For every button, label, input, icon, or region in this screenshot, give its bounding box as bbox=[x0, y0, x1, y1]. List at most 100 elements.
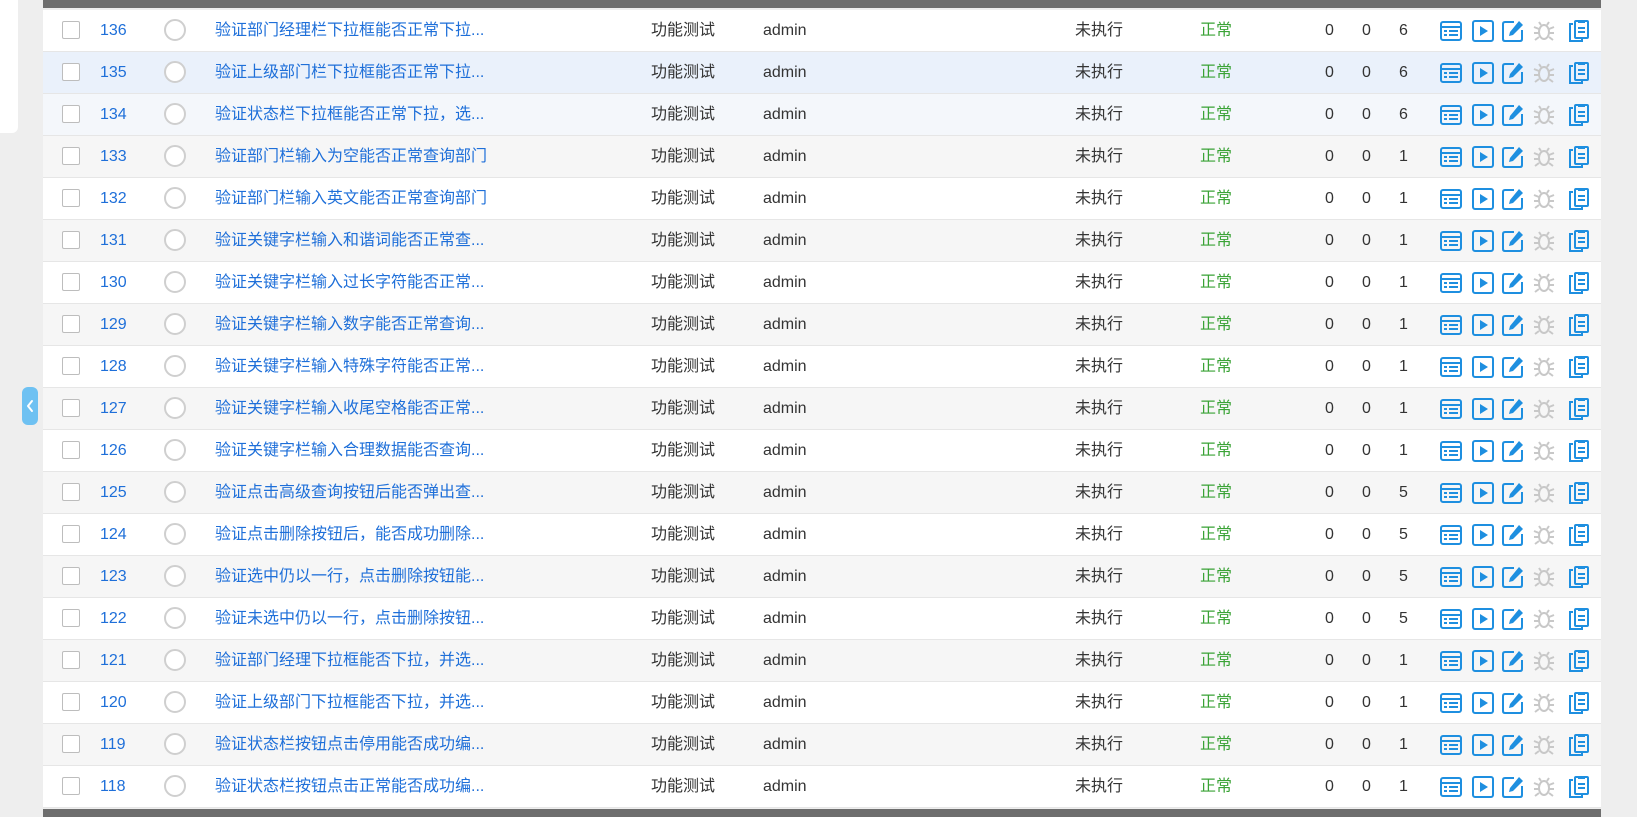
play-icon[interactable] bbox=[1471, 187, 1495, 211]
case-title-link[interactable]: 验证上级部门下拉框能否下拉，并选... bbox=[215, 682, 484, 723]
play-icon[interactable] bbox=[1471, 19, 1495, 43]
play-icon[interactable] bbox=[1471, 733, 1495, 757]
row-radio[interactable] bbox=[164, 355, 186, 377]
case-title-link[interactable]: 验证未选中仍以一行，点击删除按钮... bbox=[215, 598, 484, 639]
table-row[interactable]: 127 验证关键字栏输入收尾空格能否正常... 功能测试 admin 未执行 正… bbox=[43, 388, 1601, 430]
copy-icon[interactable] bbox=[1567, 61, 1591, 85]
table-row[interactable]: 133 验证部门栏输入为空能否正常查询部门 功能测试 admin 未执行 正常 … bbox=[43, 136, 1601, 178]
table-row[interactable]: 131 验证关键字栏输入和谐词能否正常查... 功能测试 admin 未执行 正… bbox=[43, 220, 1601, 262]
copy-icon[interactable] bbox=[1567, 733, 1591, 757]
row-radio[interactable] bbox=[164, 271, 186, 293]
edit-icon[interactable] bbox=[1501, 733, 1525, 757]
row-radio[interactable] bbox=[164, 397, 186, 419]
play-icon[interactable] bbox=[1471, 439, 1495, 463]
row-radio[interactable] bbox=[164, 649, 186, 671]
case-id-link[interactable]: 122 bbox=[100, 598, 127, 639]
edit-icon[interactable] bbox=[1501, 565, 1525, 589]
row-radio[interactable] bbox=[164, 691, 186, 713]
edit-icon[interactable] bbox=[1501, 61, 1525, 85]
table-bottom-scrollbar[interactable] bbox=[43, 809, 1601, 817]
list-icon[interactable] bbox=[1439, 691, 1463, 715]
case-title-link[interactable]: 验证部门栏输入为空能否正常查询部门 bbox=[215, 136, 487, 177]
copy-icon[interactable] bbox=[1567, 145, 1591, 169]
row-checkbox[interactable] bbox=[62, 315, 80, 333]
row-checkbox[interactable] bbox=[62, 483, 80, 501]
bug-icon[interactable] bbox=[1532, 187, 1556, 211]
bug-icon[interactable] bbox=[1532, 145, 1556, 169]
case-id-link[interactable]: 130 bbox=[100, 262, 127, 303]
copy-icon[interactable] bbox=[1567, 481, 1591, 505]
case-title-link[interactable]: 验证关键字栏输入过长字符能否正常... bbox=[215, 262, 484, 303]
edit-icon[interactable] bbox=[1501, 19, 1525, 43]
edit-icon[interactable] bbox=[1501, 397, 1525, 421]
case-id-link[interactable]: 123 bbox=[100, 556, 127, 597]
case-title-link[interactable]: 验证部门栏输入英文能否正常查询部门 bbox=[215, 178, 487, 219]
row-radio[interactable] bbox=[164, 565, 186, 587]
bug-icon[interactable] bbox=[1532, 775, 1556, 799]
row-radio[interactable] bbox=[164, 187, 186, 209]
play-icon[interactable] bbox=[1471, 229, 1495, 253]
bug-icon[interactable] bbox=[1532, 397, 1556, 421]
edit-icon[interactable] bbox=[1501, 103, 1525, 127]
play-icon[interactable] bbox=[1471, 607, 1495, 631]
list-icon[interactable] bbox=[1439, 187, 1463, 211]
row-checkbox[interactable] bbox=[62, 609, 80, 627]
table-row[interactable]: 136 验证部门经理栏下拉框能否正常下拉... 功能测试 admin 未执行 正… bbox=[43, 10, 1601, 52]
row-checkbox[interactable] bbox=[62, 21, 80, 39]
list-icon[interactable] bbox=[1439, 145, 1463, 169]
list-icon[interactable] bbox=[1439, 775, 1463, 799]
copy-icon[interactable] bbox=[1567, 607, 1591, 631]
edit-icon[interactable] bbox=[1501, 313, 1525, 337]
table-row[interactable]: 122 验证未选中仍以一行，点击删除按钮... 功能测试 admin 未执行 正… bbox=[43, 598, 1601, 640]
copy-icon[interactable] bbox=[1567, 19, 1591, 43]
edit-icon[interactable] bbox=[1501, 691, 1525, 715]
bug-icon[interactable] bbox=[1532, 355, 1556, 379]
row-checkbox[interactable] bbox=[62, 231, 80, 249]
copy-icon[interactable] bbox=[1567, 271, 1591, 295]
table-row[interactable]: 125 验证点击高级查询按钮后能否弹出查... 功能测试 admin 未执行 正… bbox=[43, 472, 1601, 514]
bug-icon[interactable] bbox=[1532, 565, 1556, 589]
row-radio[interactable] bbox=[164, 229, 186, 251]
list-icon[interactable] bbox=[1439, 61, 1463, 85]
case-id-link[interactable]: 118 bbox=[100, 766, 126, 807]
row-checkbox[interactable] bbox=[62, 357, 80, 375]
table-row[interactable]: 118 验证状态栏按钮点击正常能否成功编... 功能测试 admin 未执行 正… bbox=[43, 766, 1601, 808]
play-icon[interactable] bbox=[1471, 145, 1495, 169]
list-icon[interactable] bbox=[1439, 607, 1463, 631]
table-row[interactable]: 120 验证上级部门下拉框能否下拉，并选... 功能测试 admin 未执行 正… bbox=[43, 682, 1601, 724]
table-row[interactable]: 135 验证上级部门栏下拉框能否正常下拉... 功能测试 admin 未执行 正… bbox=[43, 52, 1601, 94]
case-id-link[interactable]: 134 bbox=[100, 94, 127, 135]
list-icon[interactable] bbox=[1439, 523, 1463, 547]
play-icon[interactable] bbox=[1471, 61, 1495, 85]
row-checkbox[interactable] bbox=[62, 105, 80, 123]
play-icon[interactable] bbox=[1471, 271, 1495, 295]
bug-icon[interactable] bbox=[1532, 61, 1556, 85]
row-radio[interactable] bbox=[164, 481, 186, 503]
bug-icon[interactable] bbox=[1532, 523, 1556, 547]
list-icon[interactable] bbox=[1439, 313, 1463, 337]
list-icon[interactable] bbox=[1439, 481, 1463, 505]
edit-icon[interactable] bbox=[1501, 187, 1525, 211]
case-id-link[interactable]: 127 bbox=[100, 388, 127, 429]
case-id-link[interactable]: 128 bbox=[100, 346, 127, 387]
list-icon[interactable] bbox=[1439, 649, 1463, 673]
play-icon[interactable] bbox=[1471, 565, 1495, 589]
case-id-link[interactable]: 129 bbox=[100, 304, 127, 345]
table-row[interactable]: 126 验证关键字栏输入合理数据能否查询... 功能测试 admin 未执行 正… bbox=[43, 430, 1601, 472]
play-icon[interactable] bbox=[1471, 313, 1495, 337]
bug-icon[interactable] bbox=[1532, 733, 1556, 757]
row-checkbox[interactable] bbox=[62, 63, 80, 81]
case-title-link[interactable]: 验证部门经理栏下拉框能否正常下拉... bbox=[215, 10, 484, 51]
row-checkbox[interactable] bbox=[62, 189, 80, 207]
list-icon[interactable] bbox=[1439, 103, 1463, 127]
bug-icon[interactable] bbox=[1532, 691, 1556, 715]
copy-icon[interactable] bbox=[1567, 775, 1591, 799]
edit-icon[interactable] bbox=[1501, 523, 1525, 547]
play-icon[interactable] bbox=[1471, 523, 1495, 547]
row-radio[interactable] bbox=[164, 733, 186, 755]
case-id-link[interactable]: 120 bbox=[100, 682, 127, 723]
row-checkbox[interactable] bbox=[62, 777, 80, 795]
edit-icon[interactable] bbox=[1501, 481, 1525, 505]
case-title-link[interactable]: 验证状态栏按钮点击停用能否成功编... bbox=[215, 724, 484, 765]
row-checkbox[interactable] bbox=[62, 273, 80, 291]
